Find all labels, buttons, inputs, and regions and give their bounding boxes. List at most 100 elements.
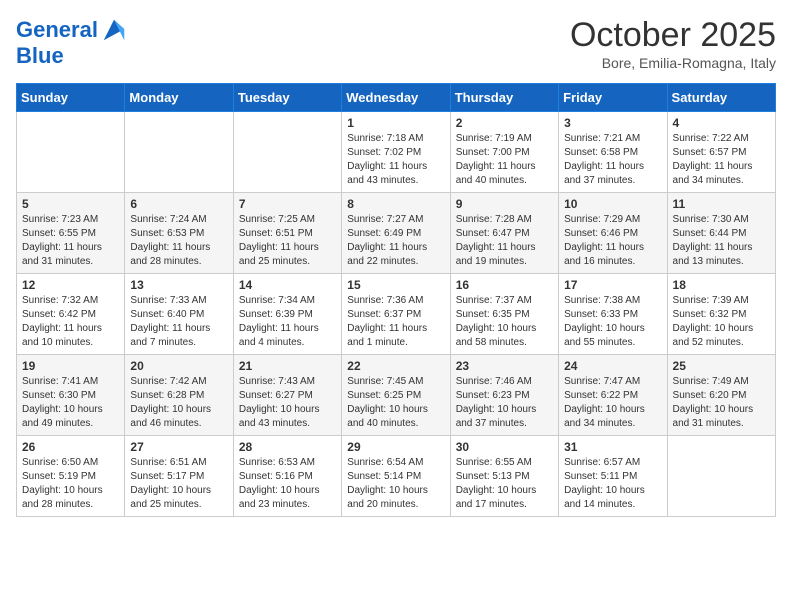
day-number: 21	[239, 359, 336, 373]
day-content: Sunrise: 7:39 AM Sunset: 6:32 PM Dayligh…	[673, 294, 770, 350]
title-block: October 2025 Bore, Emilia-Romagna, Italy	[570, 16, 776, 71]
month-title: October 2025	[570, 16, 776, 55]
day-content: Sunrise: 7:33 AM Sunset: 6:40 PM Dayligh…	[130, 294, 227, 350]
day-content: Sunrise: 7:29 AM Sunset: 6:46 PM Dayligh…	[564, 213, 661, 269]
calendar-day-24: 24Sunrise: 7:47 AM Sunset: 6:22 PM Dayli…	[559, 355, 667, 436]
calendar-day-20: 20 Sunrise: 7:42 AM Sunset: 6:28 PM Dayli…	[125, 355, 233, 436]
logo: General Blue	[16, 16, 128, 68]
calendar-week-row: 5 Sunrise: 7:23 AM Sunset: 6:55 PM Daylig…	[17, 193, 776, 274]
empty-day-cell	[125, 112, 233, 193]
calendar-day-10: 10Sunrise: 7:29 AM Sunset: 6:46 PM Dayli…	[559, 193, 667, 274]
day-content: Sunrise: 6:51 AM Sunset: 5:17 PM Dayligh…	[130, 456, 227, 512]
logo-text: General	[16, 18, 98, 42]
calendar-day-5: 5 Sunrise: 7:23 AM Sunset: 6:55 PM Daylig…	[17, 193, 125, 274]
empty-day-cell	[233, 112, 341, 193]
calendar-day-27: 27 Sunrise: 6:51 AM Sunset: 5:17 PM Dayli…	[125, 436, 233, 517]
day-number: 15	[347, 278, 444, 292]
day-number: 6	[130, 197, 227, 211]
calendar-day-22: 22 Sunrise: 7:45 AM Sunset: 6:25 PM Dayli…	[342, 355, 450, 436]
logo-text-blue: Blue	[16, 44, 128, 68]
day-number: 20	[130, 359, 227, 373]
col-header-friday: Friday	[559, 84, 667, 112]
col-header-thursday: Thursday	[450, 84, 558, 112]
calendar-week-row: 12 Sunrise: 7:32 AM Sunset: 6:42 PM Dayli…	[17, 274, 776, 355]
day-number: 1	[347, 116, 444, 130]
day-content: Sunrise: 7:34 AM Sunset: 6:39 PM Dayligh…	[239, 294, 336, 350]
day-number: 29	[347, 440, 444, 454]
calendar-day-18: 18 Sunrise: 7:39 AM Sunset: 6:32 PM Dayli…	[667, 274, 775, 355]
col-header-saturday: Saturday	[667, 84, 775, 112]
calendar-table: SundayMondayTuesdayWednesdayThursdayFrid…	[16, 83, 776, 517]
calendar-day-6: 6Sunrise: 7:24 AM Sunset: 6:53 PM Daylig…	[125, 193, 233, 274]
day-number: 19	[22, 359, 119, 373]
day-number: 5	[22, 197, 119, 211]
day-content: Sunrise: 7:36 AM Sunset: 6:37 PM Dayligh…	[347, 294, 444, 350]
calendar-day-13: 13 Sunrise: 7:33 AM Sunset: 6:40 PM Dayli…	[125, 274, 233, 355]
day-number: 27	[130, 440, 227, 454]
day-content: Sunrise: 7:45 AM Sunset: 6:25 PM Dayligh…	[347, 375, 444, 431]
day-number: 25	[673, 359, 770, 373]
day-content: Sunrise: 7:28 AM Sunset: 6:47 PM Dayligh…	[456, 213, 553, 269]
day-content: Sunrise: 7:25 AM Sunset: 6:51 PM Dayligh…	[239, 213, 336, 269]
day-number: 18	[673, 278, 770, 292]
calendar-day-31: 31 Sunrise: 6:57 AM Sunset: 5:11 PM Dayli…	[559, 436, 667, 517]
day-content: Sunrise: 7:37 AM Sunset: 6:35 PM Dayligh…	[456, 294, 553, 350]
day-number: 28	[239, 440, 336, 454]
day-content: Sunrise: 6:50 AM Sunset: 5:19 PM Dayligh…	[22, 456, 119, 512]
col-header-tuesday: Tuesday	[233, 84, 341, 112]
day-content: Sunrise: 7:30 AM Sunset: 6:44 PM Dayligh…	[673, 213, 770, 269]
day-content: Sunrise: 7:18 AM Sunset: 7:02 PM Dayligh…	[347, 132, 444, 188]
calendar-week-row: 19 Sunrise: 7:41 AM Sunset: 6:30 PM Dayli…	[17, 355, 776, 436]
day-content: Sunrise: 7:23 AM Sunset: 6:55 PM Dayligh…	[22, 213, 119, 269]
day-number: 4	[673, 116, 770, 130]
calendar-day-26: 26Sunrise: 6:50 AM Sunset: 5:19 PM Dayli…	[17, 436, 125, 517]
calendar-day-28: 28 Sunrise: 6:53 AM Sunset: 5:16 PM Dayli…	[233, 436, 341, 517]
day-number: 2	[456, 116, 553, 130]
day-content: Sunrise: 7:21 AM Sunset: 6:58 PM Dayligh…	[564, 132, 661, 188]
calendar-day-15: 15 Sunrise: 7:36 AM Sunset: 6:37 PM Dayli…	[342, 274, 450, 355]
day-content: Sunrise: 6:57 AM Sunset: 5:11 PM Dayligh…	[564, 456, 661, 512]
col-header-sunday: Sunday	[17, 84, 125, 112]
day-number: 13	[130, 278, 227, 292]
day-content: Sunrise: 7:46 AM Sunset: 6:23 PM Dayligh…	[456, 375, 553, 431]
location: Bore, Emilia-Romagna, Italy	[570, 55, 776, 71]
day-content: Sunrise: 6:53 AM Sunset: 5:16 PM Dayligh…	[239, 456, 336, 512]
day-content: Sunrise: 7:49 AM Sunset: 6:20 PM Dayligh…	[673, 375, 770, 431]
day-number: 12	[22, 278, 119, 292]
day-content: Sunrise: 7:27 AM Sunset: 6:49 PM Dayligh…	[347, 213, 444, 269]
day-number: 17	[564, 278, 661, 292]
calendar-header-row: SundayMondayTuesdayWednesdayThursdayFrid…	[17, 84, 776, 112]
calendar-week-row: 26Sunrise: 6:50 AM Sunset: 5:19 PM Dayli…	[17, 436, 776, 517]
day-content: Sunrise: 7:43 AM Sunset: 6:27 PM Dayligh…	[239, 375, 336, 431]
calendar-day-23: 23 Sunrise: 7:46 AM Sunset: 6:23 PM Dayli…	[450, 355, 558, 436]
calendar-day-3: 3 Sunrise: 7:21 AM Sunset: 6:58 PM Daylig…	[559, 112, 667, 193]
day-content: Sunrise: 7:38 AM Sunset: 6:33 PM Dayligh…	[564, 294, 661, 350]
col-header-wednesday: Wednesday	[342, 84, 450, 112]
day-content: Sunrise: 7:32 AM Sunset: 6:42 PM Dayligh…	[22, 294, 119, 350]
day-number: 16	[456, 278, 553, 292]
day-content: Sunrise: 7:47 AM Sunset: 6:22 PM Dayligh…	[564, 375, 661, 431]
day-number: 31	[564, 440, 661, 454]
calendar-day-29: 29Sunrise: 6:54 AM Sunset: 5:14 PM Dayli…	[342, 436, 450, 517]
calendar-day-14: 14Sunrise: 7:34 AM Sunset: 6:39 PM Dayli…	[233, 274, 341, 355]
empty-day-cell	[667, 436, 775, 517]
day-number: 23	[456, 359, 553, 373]
calendar-day-12: 12 Sunrise: 7:32 AM Sunset: 6:42 PM Dayli…	[17, 274, 125, 355]
calendar-day-2: 2Sunrise: 7:19 AM Sunset: 7:00 PM Daylig…	[450, 112, 558, 193]
day-content: Sunrise: 7:41 AM Sunset: 6:30 PM Dayligh…	[22, 375, 119, 431]
col-header-monday: Monday	[125, 84, 233, 112]
calendar-day-4: 4 Sunrise: 7:22 AM Sunset: 6:57 PM Daylig…	[667, 112, 775, 193]
calendar-day-16: 16 Sunrise: 7:37 AM Sunset: 6:35 PM Dayli…	[450, 274, 558, 355]
calendar-day-8: 8Sunrise: 7:27 AM Sunset: 6:49 PM Daylig…	[342, 193, 450, 274]
calendar-day-17: 17 Sunrise: 7:38 AM Sunset: 6:33 PM Dayli…	[559, 274, 667, 355]
day-content: Sunrise: 7:42 AM Sunset: 6:28 PM Dayligh…	[130, 375, 227, 431]
day-number: 7	[239, 197, 336, 211]
calendar-day-19: 19 Sunrise: 7:41 AM Sunset: 6:30 PM Dayli…	[17, 355, 125, 436]
day-number: 3	[564, 116, 661, 130]
logo-icon	[100, 16, 128, 44]
day-number: 22	[347, 359, 444, 373]
day-content: Sunrise: 7:22 AM Sunset: 6:57 PM Dayligh…	[673, 132, 770, 188]
calendar-day-30: 30Sunrise: 6:55 AM Sunset: 5:13 PM Dayli…	[450, 436, 558, 517]
calendar-day-25: 25 Sunrise: 7:49 AM Sunset: 6:20 PM Dayli…	[667, 355, 775, 436]
calendar-day-7: 7 Sunrise: 7:25 AM Sunset: 6:51 PM Daylig…	[233, 193, 341, 274]
